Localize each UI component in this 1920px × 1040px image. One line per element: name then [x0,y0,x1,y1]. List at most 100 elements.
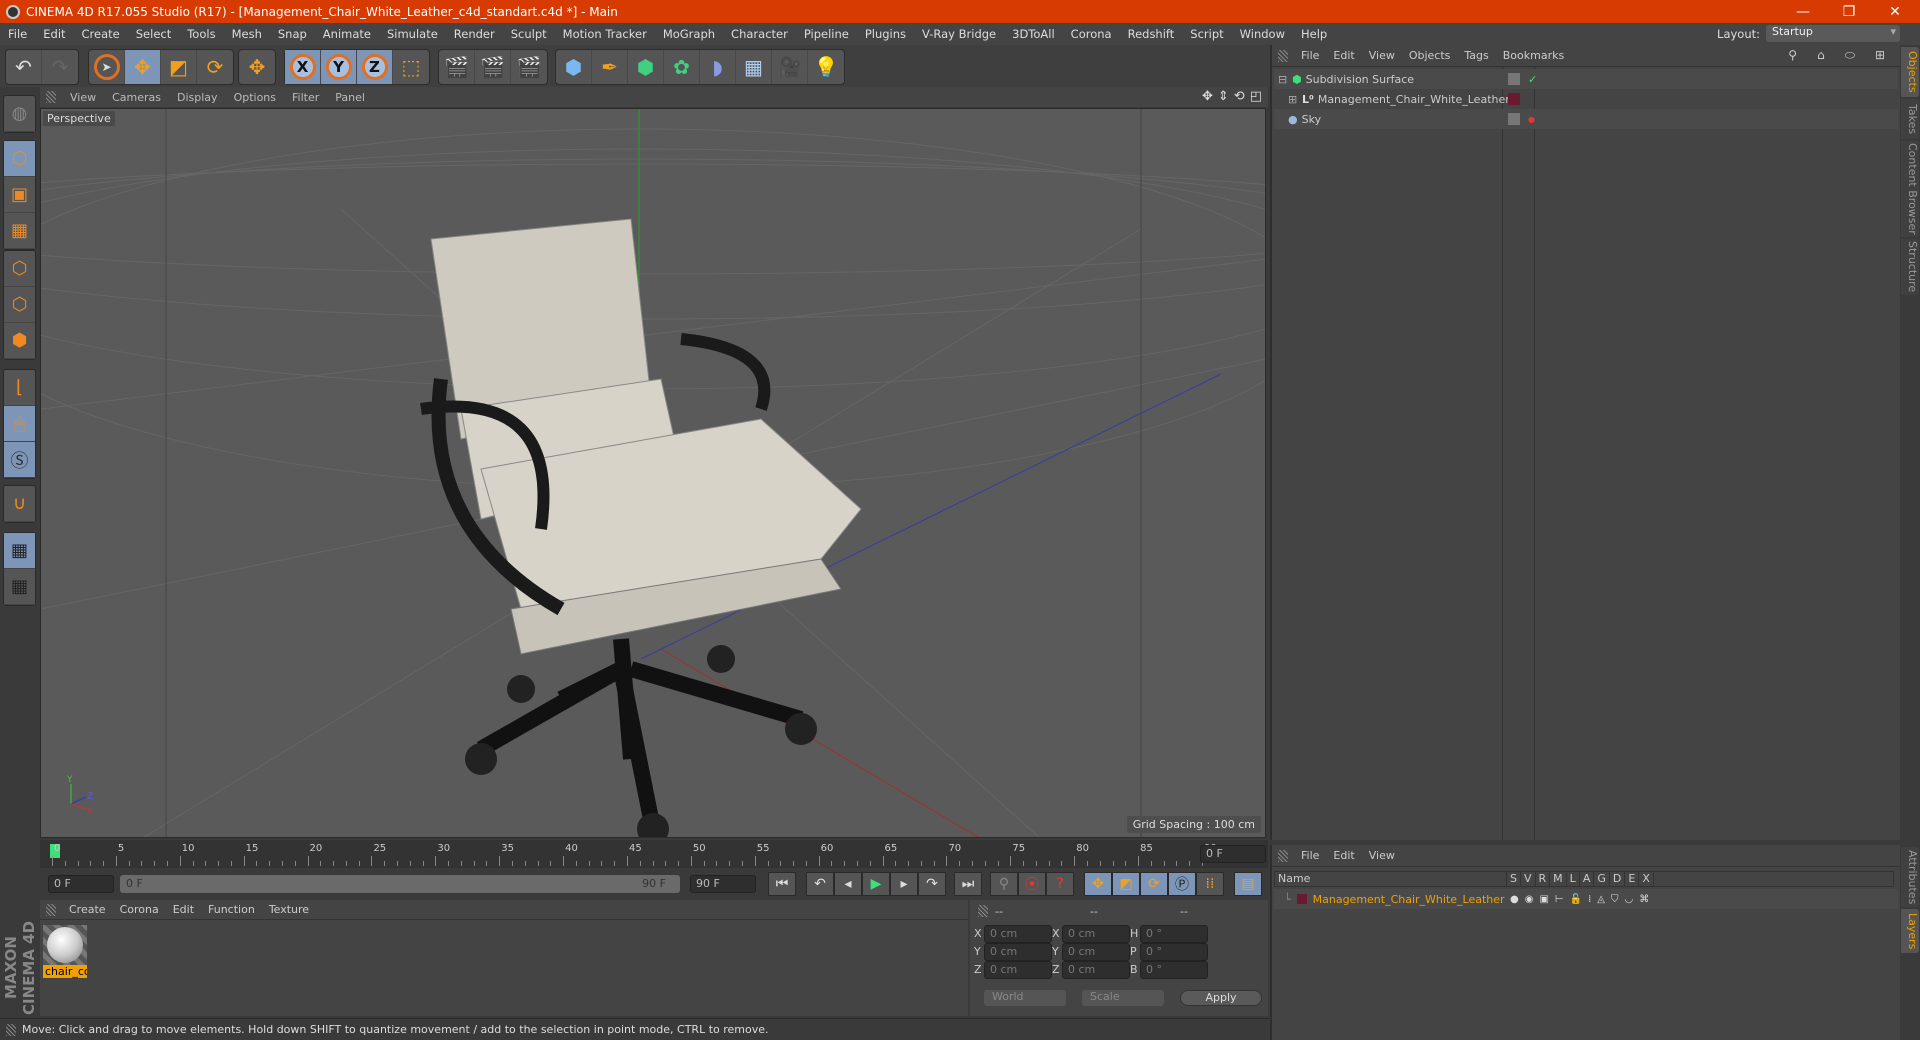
column-e[interactable]: E [1625,872,1640,886]
polygons-mode-icon[interactable]: ⬢ [4,323,35,359]
column-a[interactable]: A [1580,872,1595,886]
workplane-rotate-icon[interactable]: ▦ [4,569,35,605]
menu-tools[interactable]: Tools [179,27,223,41]
checkmark-icon[interactable]: ✓ [1528,73,1537,86]
visible-eye-icon[interactable]: ◉ [1525,894,1534,905]
menu-simulate[interactable]: Simulate [379,27,446,41]
subdivision-icon[interactable]: ⬢ [628,50,664,84]
lm-menu-edit[interactable]: Edit [1326,849,1361,862]
edges-mode-icon[interactable]: ⬡ [4,287,35,323]
go-to-end-icon[interactable]: ⏭ [954,872,982,896]
om-menu-bookmarks[interactable]: Bookmarks [1496,49,1571,62]
end-frame-field[interactable]: 90 F [690,875,756,893]
tab-takes[interactable]: Takes [1901,99,1919,139]
menu-corona[interactable]: Corona [1063,27,1120,41]
material-menu-edit[interactable]: Edit [166,903,201,916]
menu-redshift[interactable]: Redshift [1120,27,1183,41]
snap-icon[interactable]: ∪ [4,486,35,522]
layer-color-swatch[interactable] [1508,93,1520,105]
zoom-view-icon[interactable]: ⇕ [1218,89,1229,104]
layer-color-swatch[interactable] [1296,894,1307,904]
previous-key-icon[interactable]: ↶ [806,872,834,896]
workplane-icon[interactable]: ▦ [4,213,35,249]
column-d[interactable]: D [1610,872,1626,886]
tab-attributes[interactable]: Attributes [1901,847,1919,907]
menu-snap[interactable]: Snap [270,27,315,41]
solo-icon[interactable]: Ⓢ [4,442,35,478]
grip-icon[interactable] [46,903,56,916]
coord-value-field[interactable]: 0 ° [1140,943,1208,961]
column-l[interactable]: L [1567,872,1580,886]
menu-edit[interactable]: Edit [35,27,73,41]
array-icon[interactable]: ✿ [664,50,700,84]
3d-viewport[interactable]: Y Z X Perspective Grid Spacing : 100 cm [40,108,1266,838]
current-frame-field[interactable]: 0 F [1200,845,1266,863]
menu-create[interactable]: Create [74,27,128,41]
grip-icon[interactable] [1278,849,1288,862]
material-swatch[interactable]: chair_co [43,925,87,983]
x-axis-icon[interactable]: X [285,50,321,84]
lock-icon[interactable]: 🔓 [1570,894,1582,905]
points-mode-icon[interactable]: ⬡ [4,251,35,287]
go-to-start-icon[interactable]: ⏮ [768,872,796,896]
coord-value-field[interactable]: 0 ° [1140,961,1208,979]
search-icon[interactable]: ⚲ [1781,48,1804,63]
tab-layers[interactable]: Layers [1901,909,1919,953]
lm-menu-file[interactable]: File [1294,849,1326,862]
material-menu-create[interactable]: Create [62,903,113,916]
layout-dropdown[interactable]: Startup [1766,25,1900,42]
new-window-icon[interactable]: ⊞ [1868,48,1892,63]
undo-icon[interactable]: ↶ [6,50,42,84]
live-selection-icon[interactable]: ➤ [89,50,125,84]
scale-icon[interactable]: ◩ [161,50,197,84]
material-menu-function[interactable]: Function [201,903,262,916]
column-m[interactable]: M [1550,872,1567,886]
menu-help[interactable]: Help [1293,27,1335,41]
om-menu-objects[interactable]: Objects [1402,49,1458,62]
layer-row[interactable]: └ Management_Chair_White_Leather ● ◉ ▣ ⊢… [1274,889,1898,909]
menu-character[interactable]: Character [723,27,796,41]
layer-name[interactable]: Management_Chair_White_Leather [1313,893,1505,906]
grip-icon[interactable] [46,91,56,103]
timeline-ruler[interactable]: 051015202530354045505560657075808590 0 F [40,840,1268,868]
material-menu-texture[interactable]: Texture [262,903,316,916]
pen-icon[interactable]: ✒ [592,50,628,84]
start-frame-field[interactable]: 0 F [48,875,114,893]
camera-icon[interactable]: 🎥 [772,50,808,84]
viewport-menu-options[interactable]: Options [226,91,284,104]
manager-icon[interactable]: ⊢ [1555,894,1564,905]
home-icon[interactable]: ⌂ [1810,48,1832,63]
tab-objects[interactable]: Objects [1901,47,1919,97]
rotate-icon[interactable]: ⟳ [197,50,233,84]
make-editable-icon[interactable]: ◍ [4,96,35,132]
menu-file[interactable]: File [0,27,35,41]
menu-sculpt[interactable]: Sculpt [503,27,555,41]
autokey-icon[interactable]: ? [1046,872,1074,896]
record-icon[interactable]: ⦿ [1018,872,1046,896]
menu-script[interactable]: Script [1182,27,1231,41]
expand-icon[interactable]: ⊞ [1288,93,1302,106]
menu-plugins[interactable]: Plugins [857,27,914,41]
xref-icon[interactable]: ⌘ [1639,894,1649,905]
rotate-view-icon[interactable]: ⟲ [1234,89,1245,104]
maximize-button[interactable]: ❐ [1826,0,1872,23]
apply-button[interactable]: Apply [1180,990,1262,1006]
coord-value-field[interactable]: 0 cm [1062,925,1130,943]
toggle-layout-icon[interactable]: ◰ [1250,89,1262,104]
menu-select[interactable]: Select [128,27,179,41]
light-icon[interactable]: 💡 [808,50,844,84]
menu-window[interactable]: Window [1232,27,1293,41]
viewport-menu-panel[interactable]: Panel [327,91,373,104]
play-icon[interactable]: ▶ [862,872,890,896]
z-axis-icon[interactable]: Z [357,50,393,84]
menu-vray-bridge[interactable]: V-Ray Bridge [914,27,1004,41]
column-s[interactable]: S [1507,872,1521,886]
render-view-icon[interactable]: 🎬 [439,50,475,84]
timeline-icon[interactable]: ▤ [1234,872,1262,896]
coord-value-field[interactable]: 0 cm [1062,943,1130,961]
viewport-menu-display[interactable]: Display [169,91,226,104]
texture-mode-icon[interactable]: ▣ [4,177,35,213]
minimize-button[interactable]: — [1780,0,1826,23]
render-visibility-dot[interactable]: ● [1528,115,1535,124]
editor-visibility-icon[interactable] [1508,113,1520,125]
